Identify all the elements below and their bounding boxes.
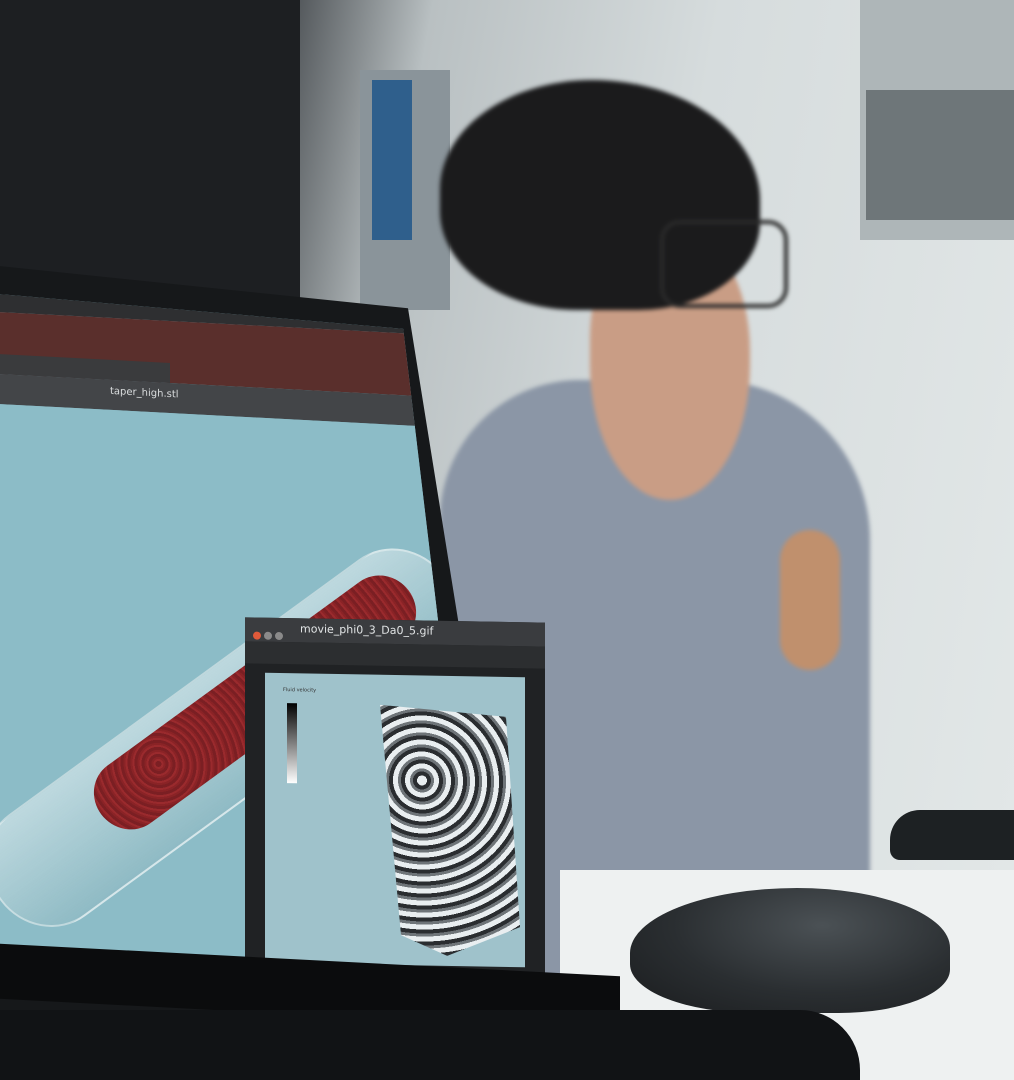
- person-hand: [780, 530, 840, 670]
- office-scene: taper_high.stl movie_phi0_3_Da0_5.gif Fl…: [0, 0, 1014, 1080]
- colorbar: [287, 703, 297, 784]
- gif-viewer-title: movie_phi0_3_Da0_5.gif: [300, 622, 434, 638]
- background-window: [860, 0, 1014, 240]
- laptop-keyboard: [0, 1010, 860, 1080]
- minimize-icon[interactable]: [264, 631, 272, 640]
- background-monitor: [0, 0, 300, 300]
- computer-mouse: [630, 888, 950, 1013]
- person-glasses: [660, 220, 788, 308]
- porous-foam-render: [380, 705, 520, 957]
- gif-viewer-canvas: Fluid velocity: [265, 672, 525, 968]
- colorbar-label: Fluid velocity: [283, 687, 317, 694]
- maximize-icon[interactable]: [275, 631, 283, 641]
- close-icon[interactable]: [253, 631, 261, 640]
- window-controls[interactable]: [253, 625, 293, 641]
- gif-viewer-toolbar: [245, 641, 545, 669]
- desk-tray: [890, 810, 1014, 860]
- gif-viewer-window[interactable]: movie_phi0_3_Da0_5.gif Fluid velocity: [245, 617, 545, 973]
